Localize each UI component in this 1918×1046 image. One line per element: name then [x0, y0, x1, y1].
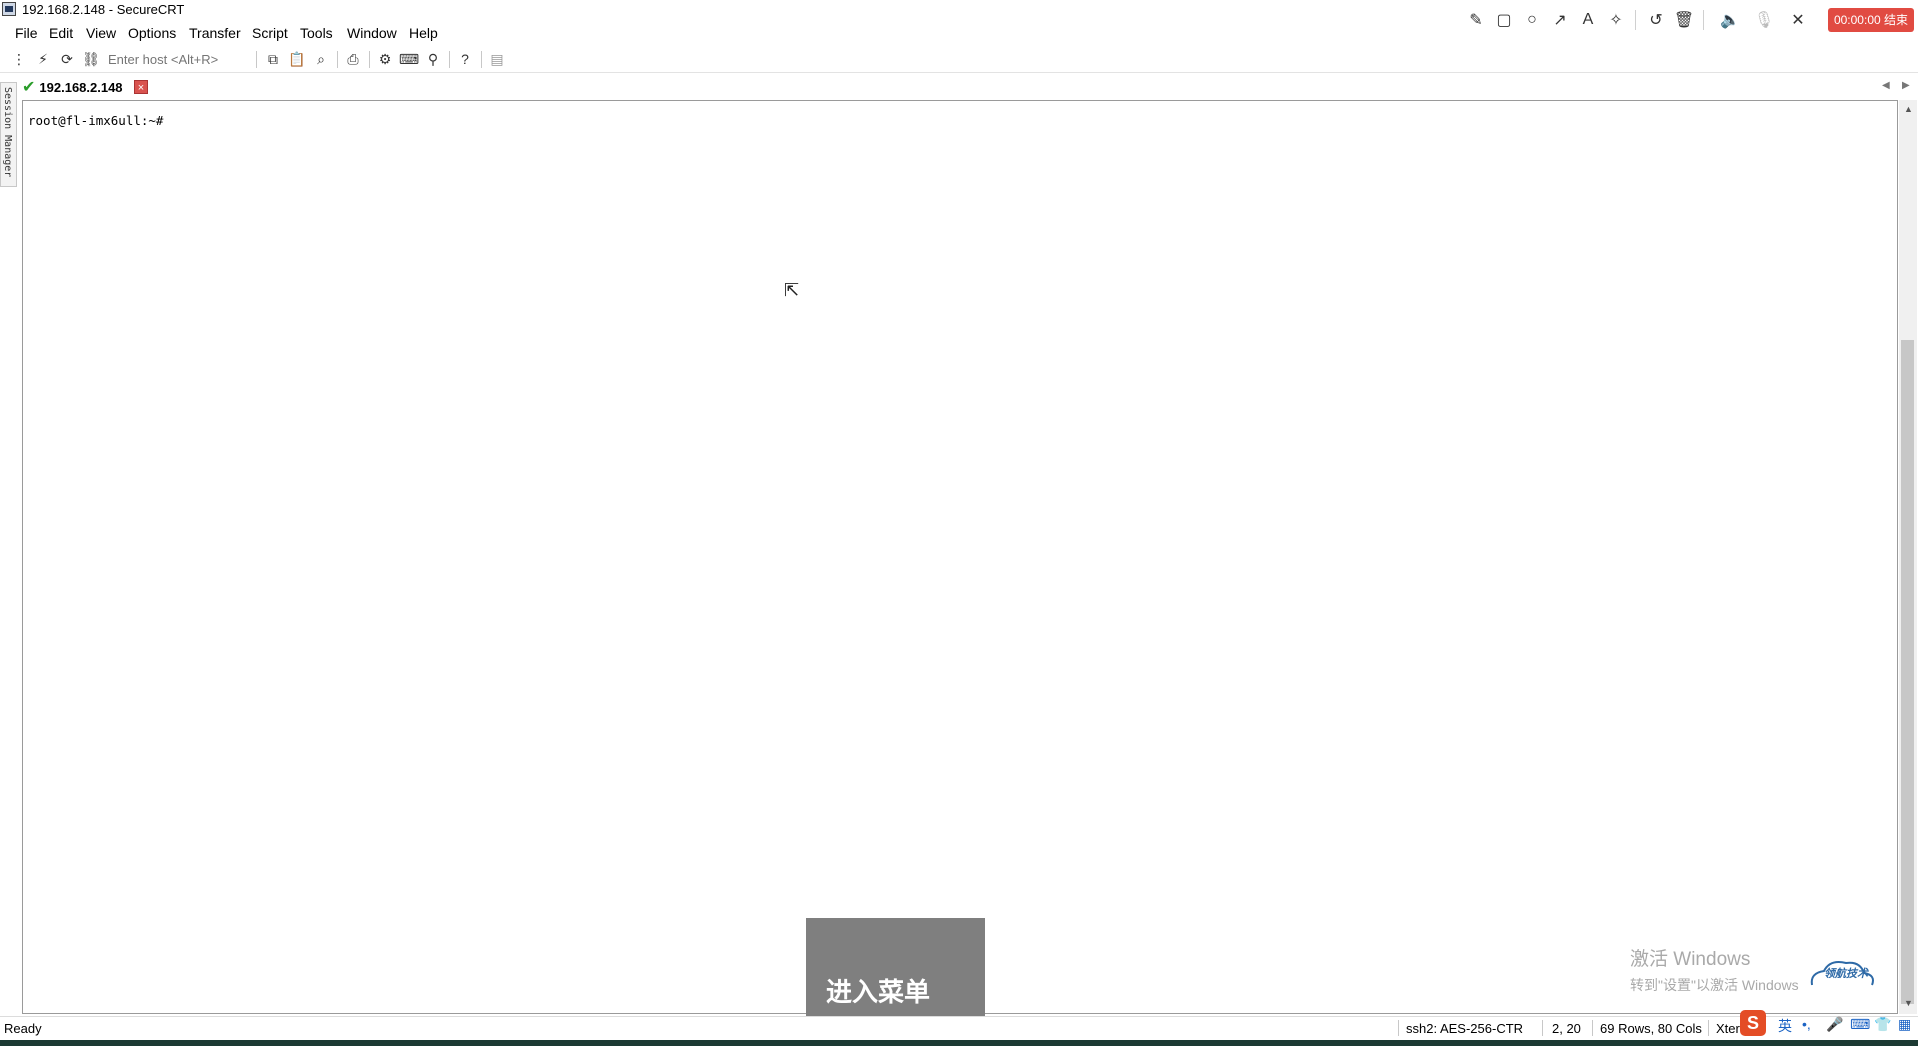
- quick-connect-icon[interactable]: ⚡: [34, 50, 52, 68]
- status-cursor-position: 2, 20: [1552, 1021, 1581, 1036]
- text-icon[interactable]: A: [1577, 9, 1599, 31]
- menu-file[interactable]: File: [15, 25, 38, 41]
- tab-label: 192.168.2.148: [39, 79, 123, 95]
- scroll-up-icon[interactable]: ▲: [1904, 104, 1913, 114]
- separator: [337, 51, 338, 68]
- session-manager-tab[interactable]: Session Manager: [0, 82, 17, 187]
- speaker-icon[interactable]: 🔈: [1719, 9, 1741, 31]
- separator: [256, 51, 257, 68]
- keymap-icon[interactable]: ⌨: [399, 50, 419, 68]
- window-title: 192.168.2.148 - SecureCRT: [22, 2, 185, 17]
- menu-options[interactable]: Options: [128, 25, 176, 41]
- sogou-ime-icon[interactable]: S: [1740, 1010, 1766, 1036]
- magic-wand-icon[interactable]: ✧: [1605, 9, 1627, 31]
- rectangle-icon[interactable]: ▢: [1493, 9, 1515, 31]
- brand-logo: 领航技术: [1806, 955, 1882, 995]
- logo-text: 领航技术: [1824, 968, 1868, 980]
- status-terminal-size: 69 Rows, 80 Cols: [1600, 1021, 1702, 1036]
- activation-watermark: 激活 Windows 转到"设置"以激活 Windows: [1630, 944, 1799, 995]
- menu-transfer[interactable]: Transfer: [189, 25, 241, 41]
- terminal-scrollbar[interactable]: ▲ ▼: [1899, 100, 1917, 1014]
- menu-script[interactable]: Script: [252, 25, 288, 41]
- ime-tray: S 英 •, 🎤 ⌨ 👕 ▦: [1738, 1010, 1918, 1038]
- menu-help[interactable]: Help: [409, 25, 438, 41]
- microphone-muted-icon[interactable]: 🎙: [1753, 9, 1775, 31]
- pencil-icon[interactable]: ✎: [1465, 9, 1487, 31]
- tab-close-icon[interactable]: ×: [134, 80, 148, 94]
- recording-timer-button[interactable]: 00:00:00 结束: [1827, 8, 1914, 32]
- separator: [1703, 10, 1704, 30]
- sftp-icon[interactable]: ⚲: [424, 50, 442, 68]
- session-tree-icon[interactable]: ⋮: [10, 50, 28, 68]
- separator: [1708, 1020, 1709, 1036]
- paste-icon[interactable]: 📋: [288, 50, 306, 68]
- watermark-title: 激活 Windows: [1630, 949, 1751, 970]
- scrollbar-thumb[interactable]: [1901, 340, 1914, 1004]
- securecrt-app-icon[interactable]: [2, 2, 16, 16]
- punctuation-icon[interactable]: •,: [1802, 1016, 1811, 1032]
- terminal-area[interactable]: root@fl-imx6ull:~#: [22, 100, 1898, 1014]
- terminal-prompt: root@fl-imx6ull:~#: [28, 113, 164, 128]
- separator: [1635, 10, 1636, 30]
- disconnect-icon[interactable]: ⛓: [82, 50, 100, 68]
- tab-scroll-right-icon[interactable]: ▶: [1902, 80, 1910, 91]
- separator: [1398, 1020, 1399, 1036]
- recorder-toolbar: ✎ ▢ ○ ↗ A ✧ ↺ 🗑 🔈 🎙 ✕ 00:00:00 结束: [1455, 0, 1918, 40]
- skin-icon[interactable]: 👕: [1874, 1016, 1891, 1033]
- enter-host-input[interactable]: [106, 49, 250, 69]
- tab-bar: ✔ 192.168.2.148 × ◀ ▶: [20, 74, 1918, 100]
- keyboard-icon[interactable]: ⌨: [1850, 1016, 1870, 1033]
- copy-icon[interactable]: ⧉: [264, 50, 282, 68]
- toolbar: ⋮ ⚡ ⟳ ⛓ ⧉ 📋 ⌕ ⎙ ⚙ ⌨ ⚲ ? ▤: [0, 46, 1918, 73]
- separator: [449, 51, 450, 68]
- settings-gear-icon[interactable]: ⚙: [376, 50, 394, 68]
- toolbox-icon[interactable]: ▦: [1898, 1016, 1911, 1033]
- separator: [481, 51, 482, 68]
- status-text: Ready: [4, 1021, 42, 1036]
- screen-icon[interactable]: ▤: [488, 50, 506, 68]
- tab-scroll-left-icon[interactable]: ◀: [1882, 80, 1890, 91]
- find-binoculars-icon[interactable]: ⌕: [312, 50, 330, 68]
- ime-language-toggle[interactable]: 英: [1778, 1016, 1792, 1036]
- mouse-cursor-icon: ⇱: [784, 280, 800, 300]
- menu-window[interactable]: Window: [347, 25, 397, 41]
- session-manager-label: Session Manager: [2, 87, 13, 178]
- menu-bar: File Edit View Options Transfer Script T…: [0, 22, 1450, 44]
- voice-input-icon[interactable]: 🎤: [1826, 1016, 1843, 1033]
- reconnect-icon[interactable]: ⟳: [58, 50, 76, 68]
- circle-icon[interactable]: ○: [1521, 9, 1543, 31]
- status-encryption: ssh2: AES-256-CTR: [1406, 1021, 1524, 1036]
- close-icon[interactable]: ✕: [1787, 9, 1809, 31]
- watermark-subtitle: 转到"设置"以激活 Windows: [1630, 977, 1799, 993]
- menu-edit[interactable]: Edit: [49, 25, 73, 41]
- windows-taskbar: [0, 1040, 1918, 1046]
- separator: [1592, 1020, 1593, 1036]
- trash-icon[interactable]: 🗑: [1673, 9, 1695, 31]
- help-icon[interactable]: ?: [456, 50, 474, 68]
- status-bar: Ready ssh2: AES-256-CTR 2, 20 69 Rows, 8…: [0, 1016, 1918, 1039]
- arrow-icon[interactable]: ↗: [1549, 9, 1571, 31]
- undo-icon[interactable]: ↺: [1645, 9, 1667, 31]
- scroll-down-icon[interactable]: ▼: [1904, 998, 1913, 1008]
- menu-view[interactable]: View: [86, 25, 116, 41]
- separator: [369, 51, 370, 68]
- print-icon[interactable]: ⎙: [344, 50, 362, 68]
- menu-tools[interactable]: Tools: [300, 25, 333, 41]
- separator: [1542, 1020, 1543, 1036]
- connected-check-icon: ✔: [22, 79, 36, 96]
- subtitle-text: 进入菜单: [826, 977, 931, 1007]
